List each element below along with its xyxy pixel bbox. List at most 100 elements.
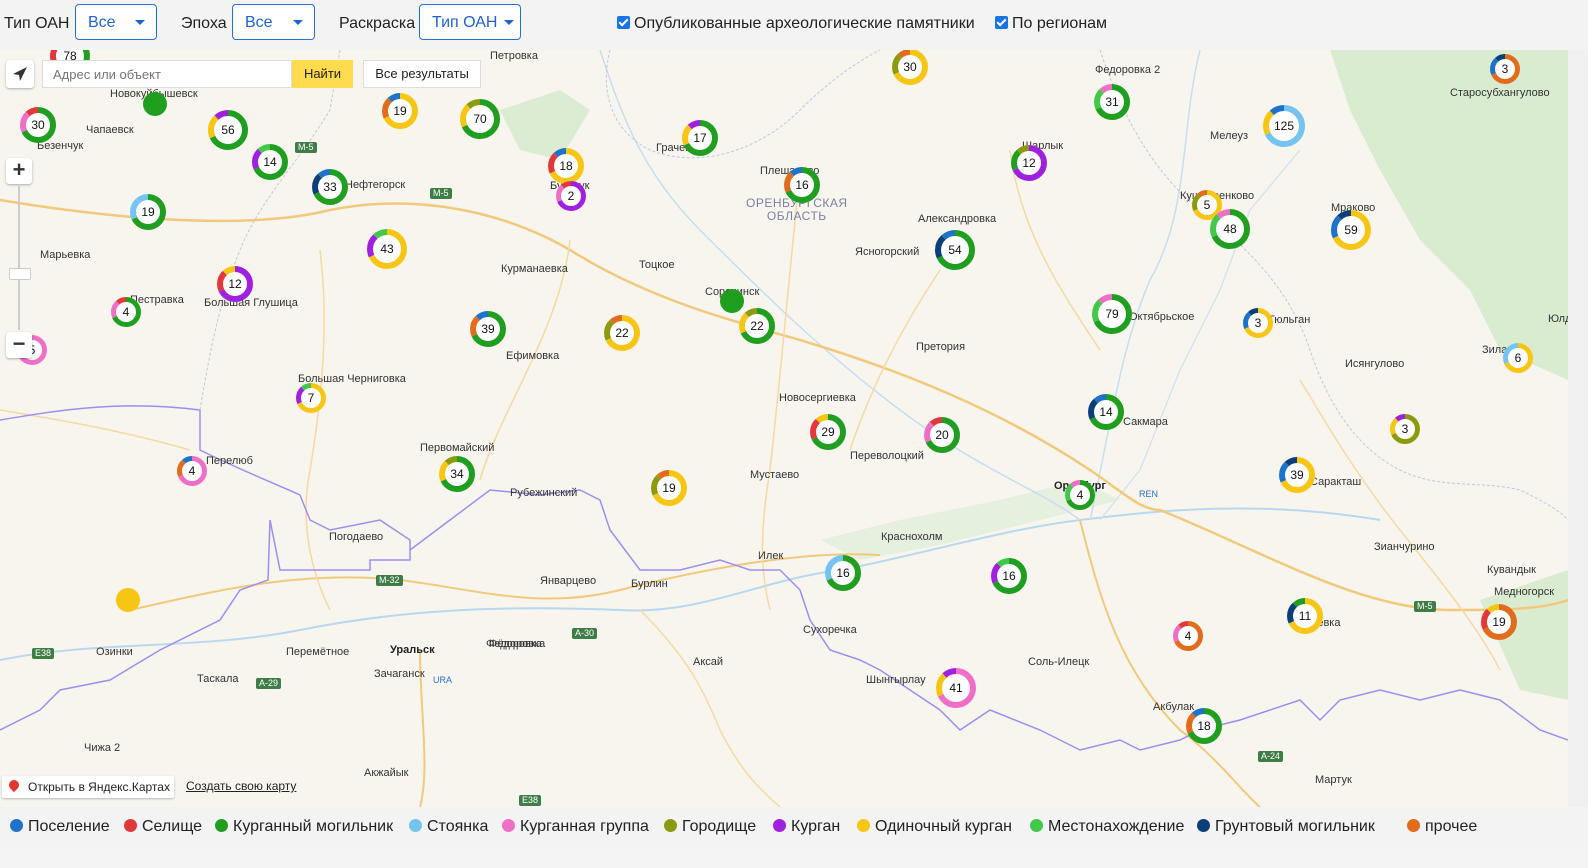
cluster-marker[interactable]: 34 [438, 455, 476, 493]
single-object-marker[interactable] [143, 92, 167, 116]
coloring-select[interactable]: Тип ОАН [419, 4, 521, 40]
search-input[interactable] [42, 60, 292, 88]
cluster-count: 16 [795, 178, 809, 192]
cluster-count: 39 [481, 322, 495, 336]
cluster-marker[interactable]: 33 [311, 168, 349, 206]
cluster-count: 39 [1290, 468, 1304, 482]
town-label: Акжайык [364, 767, 409, 779]
page-scrollbar[interactable] [1568, 50, 1588, 807]
cluster-marker[interactable]: 125 [1262, 104, 1306, 148]
cluster-marker[interactable]: 29 [809, 413, 847, 451]
cluster-marker[interactable]: 17 [681, 119, 719, 157]
legend-swatch [1407, 819, 1420, 832]
single-object-marker[interactable] [116, 588, 140, 612]
cluster-count: 43 [380, 242, 394, 256]
find-button[interactable]: Найти [292, 60, 353, 88]
cluster-count: 41 [949, 681, 963, 695]
cluster-count: 6 [1514, 351, 1522, 365]
epoch-select[interactable]: Все [232, 4, 315, 40]
road [639, 609, 781, 807]
town-label: Петровка [490, 50, 538, 62]
cluster-marker[interactable]: 30 [891, 50, 929, 86]
zoom-slider-handle[interactable] [9, 268, 31, 280]
cluster-marker[interactable]: 2 [555, 180, 587, 212]
legend-item: Курганная группа [502, 818, 649, 836]
cluster-marker[interactable]: 22 [738, 307, 776, 345]
highway [1079, 519, 1261, 807]
cluster-marker[interactable]: 16 [990, 557, 1028, 595]
cluster-marker[interactable]: 39 [469, 310, 507, 348]
cluster-marker[interactable]: 56 [207, 109, 249, 151]
cluster-marker[interactable]: 11 [1286, 597, 1324, 635]
legend-label: Поселение [28, 818, 110, 835]
legend-swatch [409, 819, 422, 832]
town-label: Мустаево [750, 469, 800, 481]
all-results-button[interactable]: Все результаты [363, 60, 481, 88]
regions-checkbox[interactable] [995, 16, 1008, 29]
single-object-marker[interactable] [720, 289, 744, 313]
cluster-marker[interactable]: 12 [216, 265, 254, 303]
cluster-count: 19 [1492, 615, 1506, 629]
town-label: Александровка [918, 213, 997, 225]
cluster-marker[interactable]: 79 [1091, 293, 1133, 335]
cluster-count: 19 [141, 205, 155, 219]
cluster-marker[interactable]: 16 [824, 554, 862, 592]
create-map-link[interactable]: Создать свою карту [186, 779, 296, 793]
cluster-marker[interactable]: 48 [1209, 208, 1251, 250]
town-label: Шынгырлау [866, 674, 926, 686]
open-yandex-maps-button[interactable]: Открыть в Яндекс.Картах [2, 776, 174, 798]
cluster-marker[interactable]: 20 [923, 416, 961, 454]
road-code: M-32 [376, 575, 403, 586]
legend-swatch [664, 819, 677, 832]
chevron-down-icon [284, 5, 314, 39]
town-label: Чижа 2 [84, 742, 121, 754]
cluster-marker[interactable]: 31 [1093, 83, 1131, 121]
map-canvas[interactable]: ПетровкаНовокуйбышевскЧапаевскБезенчукНе… [0, 50, 1568, 807]
cluster-marker[interactable]: 4 [110, 296, 142, 328]
cluster-count: 3 [1501, 62, 1509, 76]
cluster-marker[interactable]: 18 [1185, 707, 1223, 745]
legend-swatch [857, 819, 870, 832]
cluster-count: 34 [450, 467, 464, 481]
legend-label: Грунтовый могильник [1215, 818, 1375, 835]
cluster-marker[interactable]: 7 [295, 382, 327, 414]
zoom-out-button[interactable]: − [6, 332, 32, 358]
cluster-marker[interactable]: 16 [783, 166, 821, 204]
town-label: Таскала [197, 673, 239, 685]
cluster-marker[interactable]: 19 [650, 469, 688, 507]
cluster-marker[interactable]: 19 [381, 92, 419, 130]
cluster-marker[interactable]: 30 [19, 106, 57, 144]
cluster-marker[interactable]: 19 [129, 193, 167, 231]
cluster-marker[interactable]: 4 [1064, 479, 1096, 511]
cluster-marker[interactable]: 12 [1010, 144, 1048, 182]
cluster-marker[interactable]: 70 [459, 98, 501, 140]
cluster-marker[interactable]: 22 [603, 314, 641, 352]
cluster-marker[interactable]: 4 [1172, 620, 1204, 652]
cluster-marker[interactable]: 6 [1502, 342, 1534, 374]
cluster-marker[interactable]: 3 [1389, 413, 1421, 445]
cluster-marker[interactable]: 59 [1330, 209, 1372, 251]
cluster-marker[interactable]: 54 [934, 229, 976, 271]
cluster-marker[interactable]: 41 [935, 667, 977, 709]
cluster-marker[interactable]: 39 [1278, 456, 1316, 494]
cluster-marker[interactable]: 3 [1489, 53, 1521, 85]
type-select[interactable]: Все [75, 4, 157, 40]
location-arrow-icon [13, 67, 27, 81]
cluster-marker[interactable]: 19 [1480, 603, 1518, 641]
cluster-marker[interactable]: 14 [251, 143, 289, 181]
cluster-count: 33 [323, 180, 337, 194]
published-checkbox[interactable] [617, 16, 630, 29]
epoch-label: Эпоха [181, 15, 227, 32]
town-label: Уральск [390, 644, 435, 656]
geolocation-button[interactable] [6, 60, 34, 88]
cluster-marker[interactable]: 14 [1087, 393, 1125, 431]
zoom-slider-track[interactable] [18, 186, 20, 330]
regions-label: По регионам [1012, 15, 1108, 32]
cluster-count: 30 [903, 60, 917, 74]
chevron-down-icon [502, 5, 520, 39]
cluster-marker[interactable]: 4 [176, 455, 208, 487]
cluster-marker[interactable]: 3 [1242, 307, 1274, 339]
zoom-in-button[interactable]: + [6, 158, 32, 184]
cluster-marker[interactable]: 43 [366, 228, 408, 270]
legend-swatch [502, 819, 515, 832]
